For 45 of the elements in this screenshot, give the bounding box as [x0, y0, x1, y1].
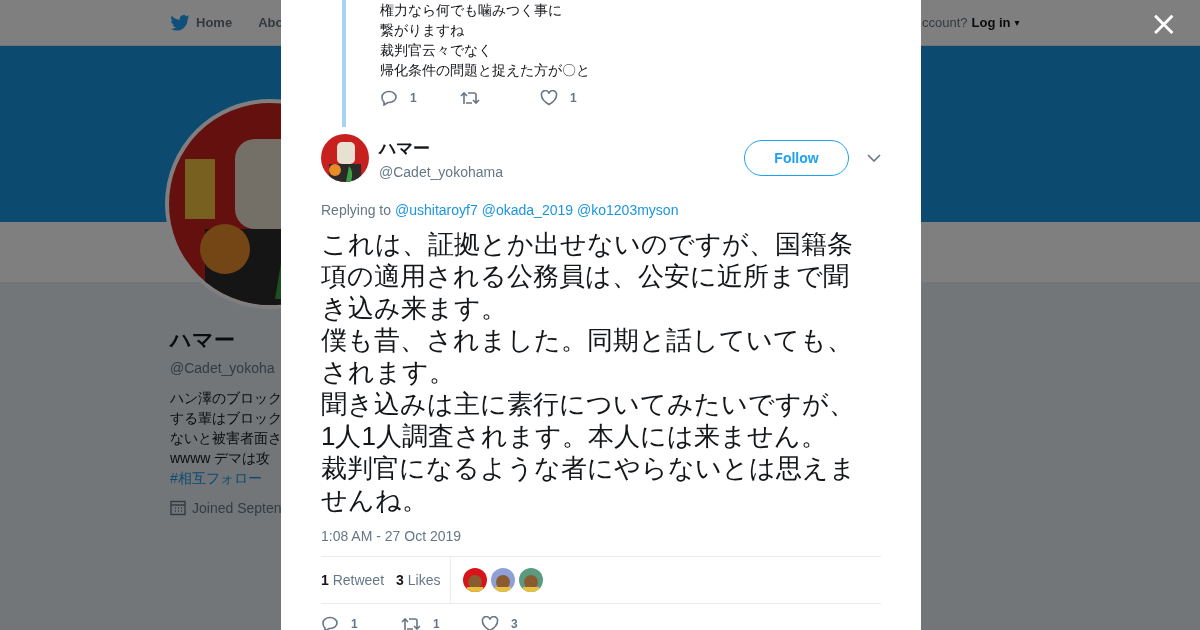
tweet-text: 聞き込みは主に素行についてみたいですが、1人1人調査されます。本人には来ません。: [321, 388, 856, 452]
action-count: 1: [570, 91, 577, 105]
retweet-icon[interactable]: [401, 616, 421, 630]
mention-link[interactable]: @okada_2019: [481, 202, 574, 218]
stat-link[interactable]: 1 Retweet: [321, 572, 385, 588]
action-count: 1: [410, 91, 417, 105]
profile-handle: @Cadet_yokoha: [170, 360, 276, 376]
calendar-icon: [170, 500, 186, 516]
tweet-text-line: 権力なら何でも噛みつく事に: [380, 1, 563, 20]
bird-icon: [170, 14, 190, 31]
action-count: 3: [511, 617, 518, 630]
author-name: ハマー: [379, 137, 431, 160]
tweet-text-line: 裁判官云々でなく: [380, 41, 493, 60]
nav-link[interactable]: Home: [170, 14, 233, 31]
bio-line: wwww デマは攻: [170, 449, 272, 468]
close-button[interactable]: ×: [1149, 6, 1178, 40]
joined-date: Joined Septen: [192, 500, 282, 516]
heart-icon[interactable]: [540, 90, 558, 106]
action-count: 1: [351, 617, 358, 630]
hashtag-link[interactable]: #相互フォロー: [170, 468, 282, 488]
chevron-down-icon[interactable]: [867, 154, 881, 162]
caret-icon[interactable]: ▾: [1014, 17, 1020, 28]
profile-name: ハマー: [170, 327, 236, 353]
bio-line: する輩はブロック: [170, 409, 282, 428]
tweet-text: 僕も昔、されました。同期と話していても、されます。: [321, 324, 854, 388]
tweet-text-line: 繋がりますね: [380, 21, 465, 40]
login-prompt: ccount?: [922, 15, 968, 30]
reply-icon[interactable]: [380, 90, 398, 106]
mention-link[interactable]: @ushitaroyf7: [395, 202, 478, 218]
replying-label: Replying to: [321, 202, 392, 218]
tweet-text: これは、証拠とか出せないのですが、国籍条項の適用される公務員は、公安に近所まで聞き込み来ます。: [321, 228, 854, 324]
tweet-text-line: 帰化条件の問題と捉えた方が〇と: [380, 61, 591, 80]
bio-line: ないと被害者面さ: [170, 429, 282, 448]
retweet-icon[interactable]: [460, 90, 480, 106]
heart-icon[interactable]: [481, 616, 499, 630]
action-count: 1: [433, 617, 440, 630]
login-link[interactable]: Log in: [971, 15, 1011, 30]
bio-line: ハン澤のブロック: [170, 389, 282, 408]
stat-link[interactable]: 3 Likes: [396, 572, 441, 588]
tweet-text: 裁判官になるような者にやらないとは思えませんね。: [321, 452, 857, 516]
tweet-timestamp: 1:08 AM - 27 Oct 2019: [321, 528, 463, 544]
follow-button[interactable]: Follow: [744, 140, 849, 176]
mention-link[interactable]: @ko1203myson: [577, 202, 679, 218]
reply-icon[interactable]: [321, 616, 339, 630]
author-handle: @Cadet_yokohama: [379, 163, 504, 180]
